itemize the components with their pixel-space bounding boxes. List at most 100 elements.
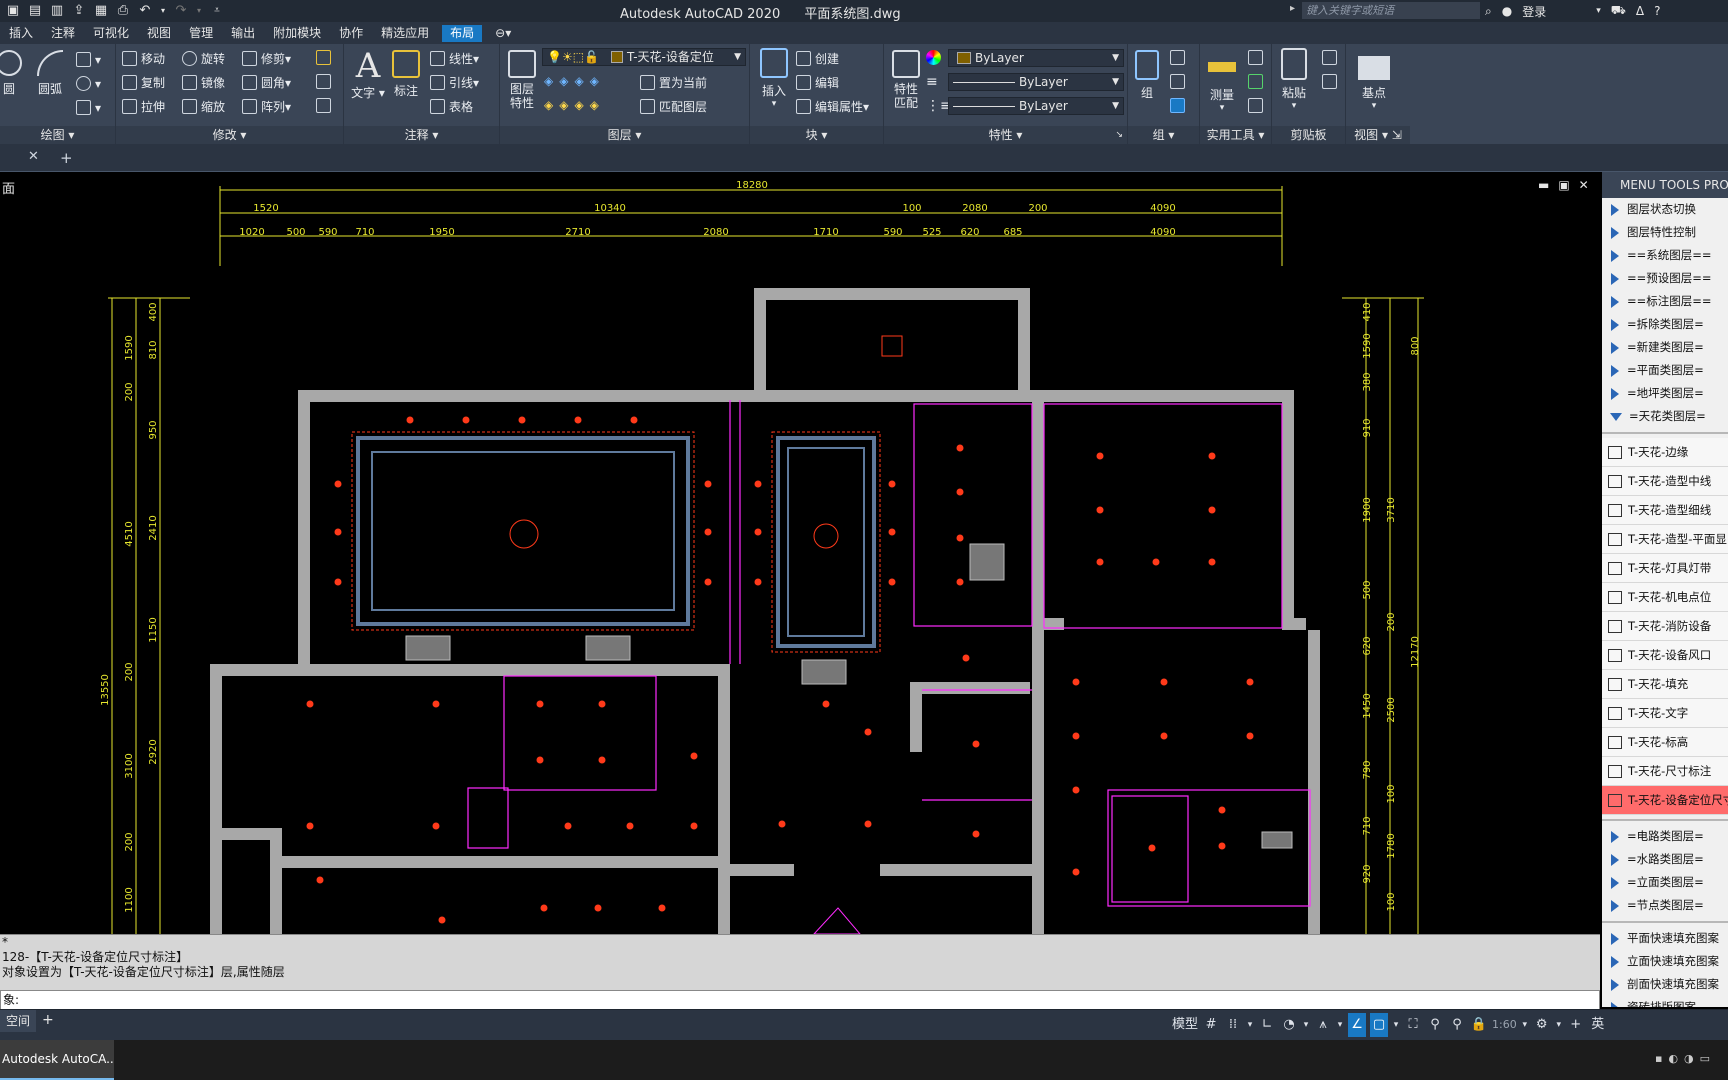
palette-group-item[interactable]: =电路类图层= [1602, 825, 1728, 848]
lock-icon[interactable]: 🔒 [1470, 1013, 1488, 1037]
layout-tab[interactable]: 空间 [0, 1010, 37, 1032]
workspace-icon[interactable]: ⚙ [1533, 1013, 1551, 1037]
color-wheel-icon[interactable] [926, 50, 945, 65]
undo-icon[interactable]: ↶ [137, 3, 153, 19]
palette-layer-item[interactable]: T-天花-造型细线 [1602, 496, 1728, 525]
quick-select-icon[interactable] [1248, 50, 1267, 65]
tab-view[interactable]: 视图 [138, 22, 180, 44]
polar-dropdown-icon[interactable]: ▾ [1302, 1013, 1310, 1037]
palette-group-item[interactable]: =立面类图层= [1602, 871, 1728, 894]
insert-button[interactable]: 插入 ▾ [756, 48, 792, 109]
measure-button[interactable]: 测量 ▾ [1202, 50, 1242, 113]
match-properties-button[interactable]: 特性 匹配 [888, 50, 924, 110]
linetype-icon[interactable]: ≡ [926, 74, 938, 90]
open-icon[interactable]: ▥ [49, 3, 65, 19]
color-dropdown[interactable]: ByLayer ▼ [948, 49, 1124, 67]
fillet-button[interactable]: 圆角 ▾ [242, 74, 291, 91]
edit-block-button[interactable]: 编辑 [796, 74, 839, 91]
modify-panel-title[interactable]: 修改 ▾ [116, 126, 343, 144]
tab-insert[interactable]: 插入 [0, 22, 42, 44]
snap-icon[interactable]: ⁞⁞ [1224, 1013, 1242, 1037]
linear-button[interactable]: 线性 ▾ [430, 50, 479, 67]
snap-dropdown-icon[interactable]: ▾ [1246, 1013, 1254, 1037]
ribbon-toggle-icon[interactable]: ⊖▾ [486, 22, 520, 44]
palette-layer-item[interactable]: T-天花-灯具灯带 [1602, 554, 1728, 583]
hatch-icon[interactable]: ▾ [76, 100, 101, 115]
groups-panel-title[interactable]: 组 ▾ [1128, 126, 1199, 144]
isodraft-icon[interactable]: ⩚ [1314, 1013, 1332, 1037]
layer-dropdown[interactable]: 💡☀⬚🔓 T-天花-设备定位 ▼ [542, 48, 746, 66]
create-block-button[interactable]: 创建 [796, 50, 839, 67]
erase-icon[interactable] [316, 50, 335, 65]
trim-button[interactable]: 修剪 ▾ [242, 50, 291, 67]
layer-properties-button[interactable]: 图层 特性 [504, 50, 540, 110]
copy-clip-icon[interactable] [1322, 74, 1341, 89]
text-button[interactable]: A 文字 ▾ [350, 48, 386, 101]
workspace-dropdown-icon[interactable]: ▾ [1555, 1013, 1563, 1037]
palette-layer-item[interactable]: T-天花-边缘 [1602, 438, 1728, 467]
rectangle-icon[interactable]: ▾ [76, 52, 101, 67]
customize-qat-icon[interactable]: ⩡ [209, 3, 225, 19]
linetype-dropdown[interactable]: ByLayer ▼ [948, 73, 1124, 91]
set-current-button[interactable]: 置为当前 [640, 74, 707, 91]
scale-dropdown-icon[interactable]: ▾ [1521, 1013, 1529, 1037]
tab-manage[interactable]: 管理 [180, 22, 222, 44]
ungroup-icon[interactable] [1170, 50, 1189, 65]
palette-group-item[interactable]: =平面类图层= [1602, 359, 1728, 382]
login-button[interactable]: 登录 [1522, 3, 1546, 20]
base-view-button[interactable]: 基点 ▾ [1354, 50, 1394, 111]
scale-button[interactable]: 缩放 [182, 98, 225, 115]
tab-annotate[interactable]: 注释 [42, 22, 84, 44]
taskbar-app-button[interactable]: Autodesk AutoCA... [0, 1040, 114, 1080]
table-button[interactable]: 表格 [430, 98, 473, 115]
close-tab-icon[interactable]: ✕ [28, 149, 39, 164]
auto-scale-icon[interactable]: ⚲ [1448, 1013, 1466, 1037]
system-tray-icons[interactable]: ▪◐◑▭ [1655, 1052, 1716, 1065]
model-space-button[interactable]: 模型 [1172, 1013, 1198, 1037]
array-button[interactable]: 阵列 ▾ [242, 98, 291, 115]
palette-group-item[interactable]: =节点类图层= [1602, 894, 1728, 917]
undo-dropdown-icon[interactable]: ▾ [159, 3, 167, 19]
osnap-dropdown-icon[interactable]: ▾ [1392, 1013, 1400, 1037]
a360-icon[interactable]: Δ [1636, 4, 1644, 18]
tab-collaborate[interactable]: 协作 [330, 22, 372, 44]
search-input[interactable]: 键入关键字或短语 [1302, 2, 1480, 19]
viewport-controls[interactable]: ▬▣✕ [1538, 178, 1598, 192]
help-icon[interactable]: ? [1654, 4, 1660, 18]
annotation-visibility-icon[interactable]: ⚲ [1426, 1013, 1444, 1037]
palette-layer-item[interactable]: T-天花-尺寸标注 [1602, 757, 1728, 786]
selection-cycling-icon[interactable]: ⛶ [1404, 1013, 1422, 1037]
publish-icon[interactable]: ▦ [93, 3, 109, 19]
palette-layer-item[interactable]: T-天花-设备定位尺寸 [1602, 786, 1728, 815]
paste-button[interactable]: 粘贴 ▾ [1276, 48, 1312, 111]
block-panel-title[interactable]: 块 ▾ [750, 126, 883, 144]
tab-output[interactable]: 输出 [222, 22, 264, 44]
dimension-button[interactable]: 标注 [388, 50, 424, 99]
edit-attributes-button[interactable]: 编辑属性 ▾ [796, 98, 869, 115]
layers-panel-title[interactable]: 图层 ▾ [500, 126, 749, 144]
palette-group-item[interactable]: ==系统图层== [1602, 244, 1728, 267]
palette-layer-item[interactable]: T-天花-标高 [1602, 728, 1728, 757]
palette-layer-item[interactable]: T-天花-造型-平面显 [1602, 525, 1728, 554]
tab-visualize[interactable]: 可视化 [84, 22, 138, 44]
object-snap-icon[interactable]: ▢ [1370, 1013, 1389, 1037]
command-input[interactable]: 象: [0, 990, 1600, 1010]
ellipse-icon[interactable]: ▾ [76, 76, 101, 91]
cut-icon[interactable] [1322, 50, 1341, 65]
layer-tools-row2-icons[interactable]: ◈◈◈◈ [544, 98, 605, 112]
palette-layer-item[interactable]: T-天花-机电点位 [1602, 583, 1728, 612]
utilities-panel-title[interactable]: 实用工具 ▾ [1200, 126, 1271, 144]
lineweight-dropdown[interactable]: ByLayer ▼ [948, 97, 1124, 115]
user-icon[interactable]: ● [1502, 4, 1512, 18]
save-as-icon[interactable]: ▤ [27, 3, 43, 19]
redo-icon[interactable]: ↷ [173, 3, 189, 19]
search-expand-icon[interactable]: ▸ [1290, 3, 1295, 14]
move-button[interactable]: 移动 [122, 50, 165, 67]
palette-group-item[interactable]: 图层特性控制 [1602, 221, 1728, 244]
cart-icon[interactable]: ⛟ [1611, 3, 1626, 19]
binoculars-icon[interactable]: ⌕ [1485, 4, 1492, 19]
palette-group-item[interactable]: =拆除类图层= [1602, 313, 1728, 336]
tab-featured-apps[interactable]: 精选应用 [372, 22, 438, 44]
palette-group-item[interactable]: ==预设图层== [1602, 267, 1728, 290]
drawing-canvas[interactable]: 18280 1520 10340 100 2080 200 4090 1020 500 590 71… [0, 172, 1600, 934]
